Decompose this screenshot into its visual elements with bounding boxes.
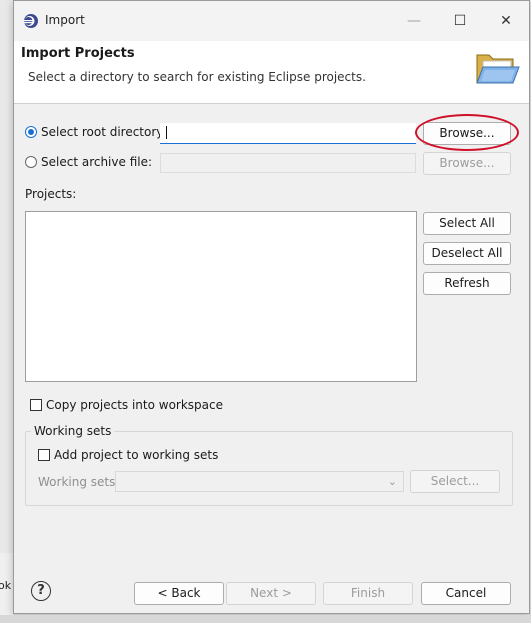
root-directory-radio[interactable] [25, 126, 37, 138]
select-all-button[interactable]: Select All [423, 212, 511, 235]
copy-into-workspace-checkbox[interactable] [30, 399, 42, 411]
refresh-button[interactable]: Refresh [423, 272, 511, 295]
help-icon[interactable]: ? [31, 581, 51, 601]
working-sets-label: Working sets: [38, 475, 120, 489]
working-sets-combo[interactable]: ⌄ [115, 471, 404, 492]
import-dialog: Import — ☐ ✕ Import Projects Select a di… [13, 0, 530, 614]
working-sets-select-button[interactable]: Select... [410, 470, 500, 493]
window-title: Import [45, 13, 85, 27]
root-directory-input[interactable] [160, 123, 416, 144]
copy-into-workspace-label[interactable]: Copy projects into workspace [46, 398, 223, 412]
eclipse-app-icon [24, 14, 38, 28]
working-sets-group [25, 431, 513, 506]
finish-button[interactable]: Finish [323, 582, 413, 605]
add-to-working-sets-checkbox[interactable] [38, 449, 50, 461]
text-caret [166, 126, 167, 139]
minimize-button[interactable]: — [391, 7, 437, 35]
maximize-button[interactable]: ☐ [437, 7, 483, 35]
archive-file-label[interactable]: Select archive file: [41, 155, 152, 169]
root-browse-button[interactable]: Browse... [423, 122, 511, 145]
add-to-working-sets-label[interactable]: Add project to working sets [54, 448, 218, 462]
page-title: Import Projects [21, 46, 135, 61]
chevron-down-icon: ⌄ [387, 475, 397, 488]
archive-file-input[interactable] [160, 153, 416, 173]
archive-file-radio[interactable] [25, 156, 37, 168]
archive-browse-button[interactable]: Browse... [423, 152, 511, 175]
page-description: Select a directory to search for existin… [28, 70, 366, 84]
background-partial-text: ok [0, 579, 12, 592]
next-button[interactable]: Next > [226, 582, 316, 605]
wizard-header: Import Projects Select a directory to se… [14, 41, 529, 104]
working-sets-group-title: Working sets [31, 424, 115, 438]
root-directory-label[interactable]: Select root directory: [41, 125, 167, 139]
back-button[interactable]: < Back [134, 582, 224, 605]
title-bar: Import — ☐ ✕ [14, 1, 529, 41]
cancel-button[interactable]: Cancel [421, 582, 511, 605]
projects-list[interactable] [25, 211, 417, 382]
open-folder-icon [476, 54, 520, 84]
close-button[interactable]: ✕ [483, 7, 529, 35]
deselect-all-button[interactable]: Deselect All [423, 242, 511, 265]
background-bottom-edge [0, 615, 531, 623]
projects-label: Projects: [25, 187, 77, 201]
